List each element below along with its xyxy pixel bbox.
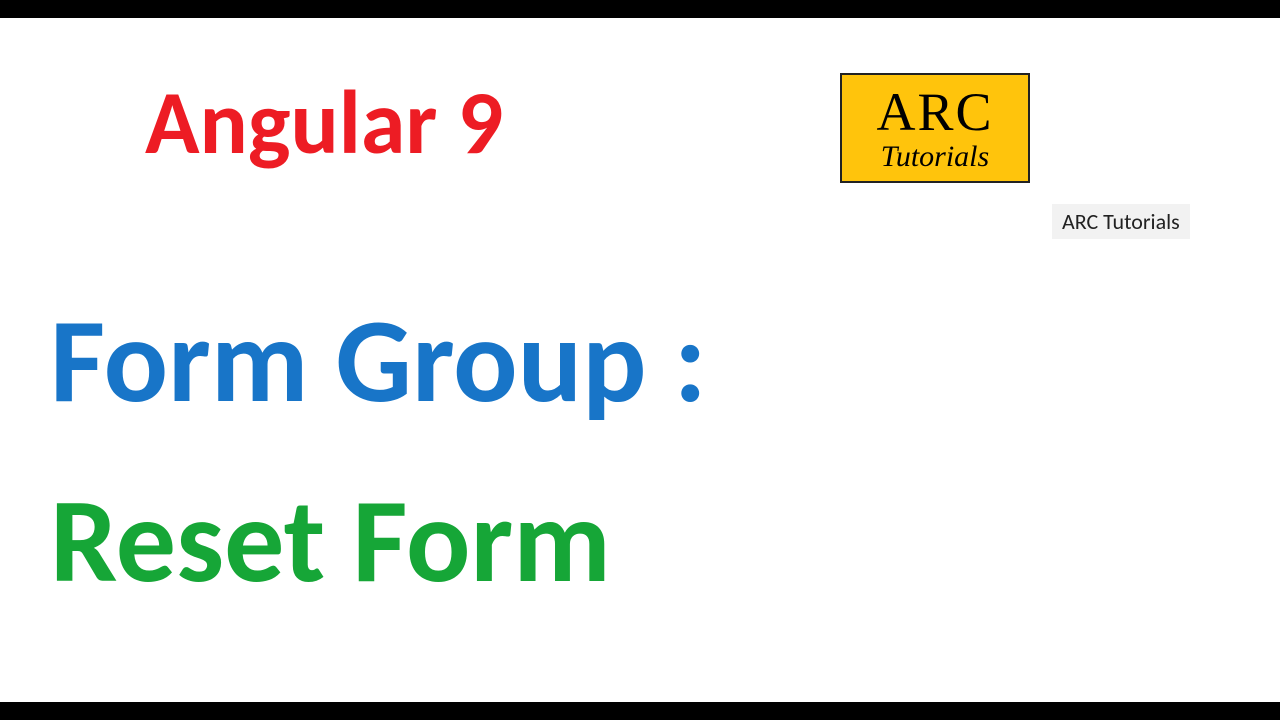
watermark-label: ARC Tutorials xyxy=(1052,204,1190,239)
slide-canvas: Angular 9 ARC Tutorials ARC Tutorials Fo… xyxy=(0,18,1280,702)
logo-arc-text: ARC xyxy=(876,84,993,141)
channel-logo: ARC Tutorials xyxy=(840,73,1030,183)
title-text: Angular 9 xyxy=(145,68,503,178)
logo-tutorials-text: Tutorials xyxy=(881,141,989,173)
subtitle-line-1: Form Group : xyxy=(50,288,707,434)
subtitle-line-2: Reset Form xyxy=(50,468,611,614)
